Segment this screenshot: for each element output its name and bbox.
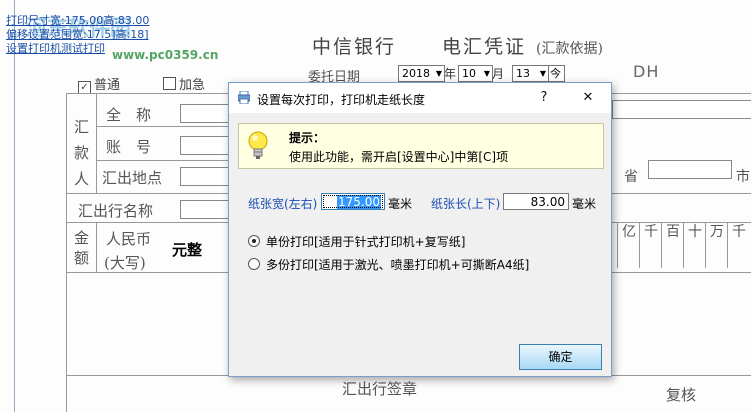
digit-header-cell: 十 bbox=[683, 222, 706, 268]
checkbox-unchecked-icon bbox=[163, 77, 176, 90]
yuan-zheng-label: 元整 bbox=[172, 241, 203, 259]
grid-line bbox=[96, 126, 230, 127]
month-unit: 月 bbox=[492, 67, 505, 81]
voucher-subtitle: (汇款依据) bbox=[536, 41, 603, 57]
remit-bank-label: 汇出行名称 bbox=[78, 202, 154, 220]
tip-title: 提示： bbox=[289, 131, 326, 145]
chevron-down-icon: ▼ bbox=[539, 69, 546, 78]
chevron-down-icon: ▼ bbox=[483, 69, 490, 78]
paper-width-value: 175.00 bbox=[337, 195, 381, 209]
tip-box: 提示： 使用此功能，需开启[设置中心]中第[C]项 bbox=[238, 123, 604, 169]
single-copy-label: 单份打印[适用于针式打印机+复写纸] bbox=[266, 235, 466, 249]
month-value: 10 bbox=[462, 67, 476, 80]
remit-bank-input[interactable] bbox=[180, 200, 230, 219]
review-label: 复核 bbox=[666, 386, 697, 404]
payee-name-input[interactable] bbox=[612, 100, 751, 119]
day-value: 13 bbox=[516, 67, 530, 80]
ok-button[interactable]: 确定 bbox=[519, 344, 602, 370]
year-unit: 年 bbox=[444, 67, 457, 81]
city-label: 市 bbox=[736, 169, 750, 185]
month-select[interactable]: 10 ▼ bbox=[458, 65, 493, 82]
paper-length-input[interactable]: 83.00 bbox=[503, 193, 569, 210]
chevron-down-icon: ▼ bbox=[435, 69, 442, 78]
radio-unselected-icon bbox=[248, 258, 260, 270]
today-button[interactable]: 今 bbox=[548, 65, 565, 82]
payer-side-label: 汇款人 bbox=[74, 118, 90, 188]
payer-name-input[interactable] bbox=[180, 104, 230, 123]
print-size-link[interactable]: 打印尺寸宽:175.00高:83.00 bbox=[6, 14, 149, 28]
urgent-checkbox[interactable]: 加急 bbox=[163, 74, 205, 93]
multi-copy-radio[interactable]: 多份打印[适用于激光、喷墨打印机+可撕断A4纸] bbox=[248, 256, 529, 273]
remit-place-label: 汇出地点 bbox=[102, 169, 163, 187]
bank-name: 中信银行 bbox=[312, 36, 397, 58]
grid-line bbox=[96, 93, 97, 193]
paper-length-label: 纸张长(上下) bbox=[431, 197, 501, 211]
help-button[interactable]: ? bbox=[529, 86, 559, 110]
grid-line bbox=[66, 93, 67, 412]
year-value: 2018 bbox=[402, 67, 430, 80]
dialog-title: 设置每次打印，打印机走纸长度 bbox=[257, 93, 426, 107]
dh-label: DH bbox=[633, 62, 660, 81]
province-input[interactable] bbox=[648, 160, 732, 179]
printer-icon bbox=[238, 91, 250, 104]
paper-width-label: 纸张宽(左右) bbox=[248, 197, 318, 211]
urgent-label: 加急 bbox=[179, 78, 206, 93]
radio-selected-icon bbox=[248, 235, 260, 247]
lightbulb-icon bbox=[248, 131, 268, 159]
uppercase-label: (大写) bbox=[104, 254, 146, 272]
amount-side-label: 金额 bbox=[74, 229, 90, 267]
digit-header-cell: 百 bbox=[661, 222, 684, 268]
paper-length-value: 83.00 bbox=[530, 195, 565, 209]
voucher-title: 电汇凭证 bbox=[442, 36, 527, 58]
grid-line bbox=[96, 222, 97, 272]
dialog-titlebar[interactable]: 设置每次打印，打印机走纸长度 ? ✕ bbox=[229, 83, 611, 113]
test-print-link[interactable]: 设置打印机测试打印 bbox=[6, 42, 149, 56]
multi-copy-label: 多份打印[适用于激光、喷墨打印机+可撕断A4纸] bbox=[266, 258, 530, 272]
account-label: 账 号 bbox=[106, 138, 152, 156]
remit-bank-seal-label: 汇出行签章 bbox=[342, 380, 418, 398]
payer-account-input[interactable] bbox=[180, 136, 230, 155]
left-margin-line bbox=[14, 0, 15, 412]
day-select[interactable]: 13 ▼ bbox=[512, 65, 549, 82]
normal-checkbox[interactable]: ✓ 普通 bbox=[78, 74, 120, 94]
offset-range-link[interactable]: 偏移设置范围宽:17.5]高:18] bbox=[6, 28, 149, 42]
paper-width-input[interactable]: 175.00 bbox=[321, 193, 385, 210]
single-copy-radio[interactable]: 单份打印[适用于针式打印机+复写纸] bbox=[248, 233, 465, 250]
rmb-label: 人民币 bbox=[106, 230, 152, 248]
province-label: 省 bbox=[624, 169, 638, 185]
grid-line bbox=[96, 160, 230, 161]
print-settings-links: 打印尺寸宽:175.00高:83.00 偏移设置范围宽:17.5]高:18] 设… bbox=[6, 14, 149, 56]
digit-header-cell: 万 bbox=[705, 222, 728, 268]
tip-text: 使用此功能，需开启[设置中心]中第[C]项 bbox=[289, 150, 509, 164]
paper-length-unit: 毫米 bbox=[572, 197, 597, 211]
paper-length-dialog: 设置每次打印，打印机走纸长度 ? ✕ 提示： 使用此功能，需开启[设置中心]中第… bbox=[228, 82, 612, 377]
digit-header-cell: 亿 bbox=[617, 222, 640, 268]
year-select[interactable]: 2018 ▼ bbox=[398, 65, 445, 82]
close-button[interactable]: ✕ bbox=[573, 86, 603, 110]
full-name-label: 全 称 bbox=[106, 106, 152, 124]
paper-width-unit: 毫米 bbox=[388, 197, 413, 211]
digit-header-cell: 千 bbox=[639, 222, 662, 268]
normal-label: 普通 bbox=[94, 78, 121, 93]
remit-place-input[interactable] bbox=[180, 167, 230, 186]
digit-header-cell: 千 bbox=[727, 222, 750, 268]
